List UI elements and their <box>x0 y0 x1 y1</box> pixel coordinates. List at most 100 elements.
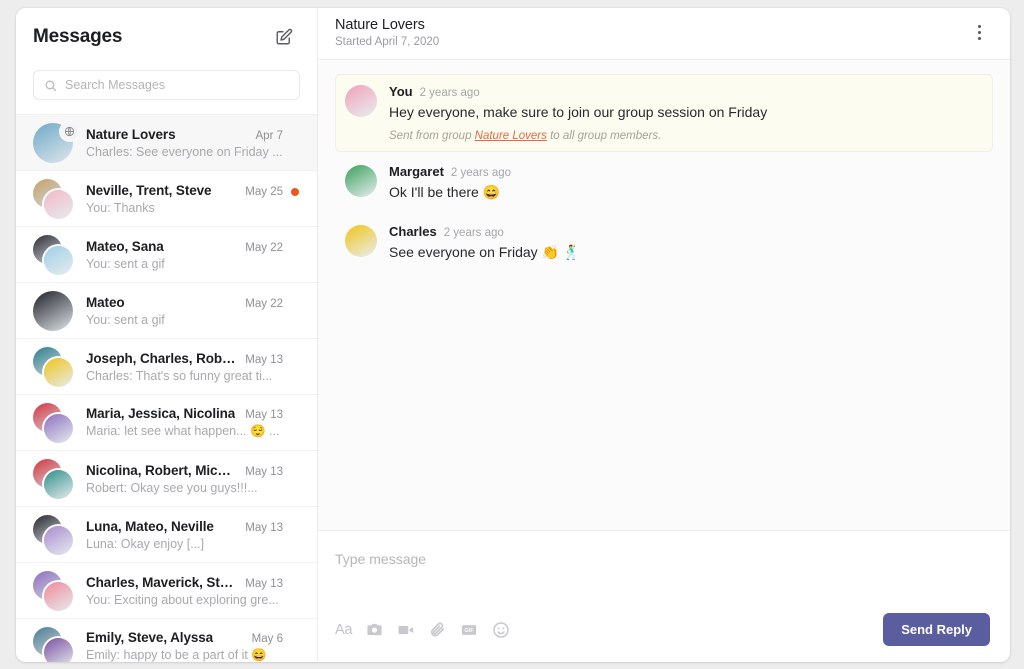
message-header: Charles 2 years ago <box>389 224 981 239</box>
conversation-item-body: Mateo May 22 You: sent a gif <box>86 295 305 327</box>
conversation-item-meta: May 13 <box>237 466 299 478</box>
conversation-title: Nature Lovers <box>335 17 425 33</box>
messenger-app: Messages Nature Lovers Apr 7 Charles: See … <box>16 8 1010 662</box>
conversation-date: May 22 <box>245 241 283 254</box>
conversation-item-body: Maria, Jessica, Nicolina May 13 Maria: let… <box>86 406 305 439</box>
conversation-list-item[interactable]: Charles, Maverick, Steve May 13 You: Excit… <box>16 562 317 618</box>
conversation-list-item[interactable]: Nicolina, Robert, Michael May 13 Robert: O… <box>16 450 317 506</box>
avatar <box>33 122 78 163</box>
conversation-item-meta: Apr 7 <box>248 130 300 142</box>
conversation-name: Luna, Mateo, Neville <box>86 518 214 534</box>
conversation-list-item[interactable]: Nature Lovers Apr 7 Charles: See everyone … <box>16 114 317 170</box>
conversation-item-top-row: Nicolina, Robert, Michael May 13 <box>86 463 299 478</box>
avatar <box>33 514 73 555</box>
message-composer: Aa <box>318 530 1010 662</box>
conversation-item-meta: May 13 <box>237 522 299 534</box>
conversation-date: May 13 <box>245 465 283 478</box>
message-body: Margaret 2 years ago Ok I'll be there 😄 <box>389 164 981 202</box>
search-input[interactable] <box>65 78 289 92</box>
avatar-image-front <box>44 581 73 611</box>
conversation-item-meta: May 6 <box>244 633 299 645</box>
message: You 2 years ago Hey everyone, make sure to… <box>335 74 993 152</box>
message-author: Charles <box>389 223 437 239</box>
avatar-image-front <box>44 469 73 499</box>
conversation-header: Nature Lovers Started April 7, 2020 <box>318 8 1010 60</box>
composer-tools: Aa GIF <box>335 620 510 640</box>
conversation-list[interactable]: Nature Lovers Apr 7 Charles: See everyone … <box>16 114 317 662</box>
message-text: Hey everyone, make sure to join our grou… <box>389 104 768 120</box>
conversation-header-text: Nature Lovers Started April 7, 2020 <box>335 17 439 48</box>
conversation-name: Mateo <box>86 294 125 310</box>
conversation-item-top-row: Luna, Mateo, Neville May 13 <box>86 519 299 534</box>
conversation-name: Maria, Jessica, Nicolina <box>86 406 236 421</box>
conversation-item-meta: May 13 <box>237 409 299 421</box>
text-format-icon[interactable]: Aa <box>335 620 352 640</box>
conversation-preview: You: sent a gif <box>86 256 165 271</box>
conversation-date: May 13 <box>245 353 283 366</box>
message: Margaret 2 years ago Ok I'll be there 😄 <box>335 154 993 212</box>
conversation-name: Joseph, Charles, Robert <box>86 350 238 366</box>
video-camera-icon[interactable] <box>397 620 415 640</box>
group-link[interactable]: Nature Lovers <box>475 130 547 142</box>
conversation-list-item[interactable]: Neville, Trent, Steve May 25 You: Thanks <box>16 170 317 226</box>
conversation-list-item[interactable]: Mateo, Sana May 22 You: sent a gif <box>16 226 317 282</box>
kebab-menu-icon[interactable] <box>968 19 990 45</box>
message-input[interactable] <box>335 551 990 567</box>
avatar <box>33 402 73 443</box>
conversation-item-meta: May 13 <box>237 354 299 366</box>
conversation-item-meta: May 13 <box>237 578 299 590</box>
avatar <box>33 290 73 331</box>
conversation-date: May 6 <box>251 633 283 645</box>
conversation-date: May 25 <box>245 185 283 198</box>
message-body: Charles 2 years ago See everyone on Friday… <box>389 224 981 262</box>
conversation-date: Apr 7 <box>255 129 284 142</box>
avatar <box>33 234 73 275</box>
conversation-name: Nature Lovers <box>86 126 176 142</box>
gif-icon[interactable]: GIF <box>460 620 478 640</box>
conversation-name: Neville, Trent, Steve <box>86 182 212 198</box>
conversation-item-body: Joseph, Charles, Robert May 13 Charles: Th… <box>86 351 305 383</box>
conversation-list-item[interactable]: Luna, Mateo, Neville May 13 Luna: Okay enj… <box>16 506 317 562</box>
conversation-list-item[interactable]: Joseph, Charles, Robert May 13 Charles: Th… <box>16 338 317 394</box>
conversation-date: May 13 <box>245 409 283 421</box>
avatar <box>33 570 73 611</box>
attachment-icon[interactable] <box>429 620 446 640</box>
conversation-preview: You: Thanks <box>86 200 155 215</box>
conversation-item-top-row: Neville, Trent, Steve May 25 <box>86 183 299 198</box>
avatar-image <box>33 290 73 331</box>
search-container <box>16 66 317 114</box>
search-box[interactable] <box>33 70 300 100</box>
conversation-item-body: Emily, Steve, Alyssa May 6 Emily: happy to… <box>86 630 305 662</box>
conversation-item-top-row: Mateo, Sana May 22 <box>86 239 299 254</box>
unread-indicator-dot <box>291 187 299 196</box>
message-avatar <box>345 224 377 257</box>
conversation-preview: Charles: See everyone on Friday ... <box>86 144 283 159</box>
message-source-note: Sent from group Nature Lovers to all gro… <box>389 129 662 142</box>
conversation-list-item[interactable]: Mateo May 22 You: sent a gif <box>16 282 317 338</box>
conversation-name: Mateo, Sana <box>86 238 164 254</box>
svg-text:GIF: GIF <box>465 627 475 633</box>
conversation-item-top-row: Mateo May 22 <box>86 295 299 310</box>
send-reply-button[interactable]: Send Reply <box>883 613 990 646</box>
composer-toolbar: Aa GIF Send Reply <box>335 613 990 646</box>
conversation-list-item[interactable]: Maria, Jessica, Nicolina May 13 Maria: let… <box>16 394 317 450</box>
conversation-preview: Robert: Okay see you guys!!!... <box>86 480 258 495</box>
avatar-image-front <box>44 525 73 555</box>
message-timestamp: 2 years ago <box>419 87 480 99</box>
conversation-list-item[interactable]: Emily, Steve, Alyssa May 6 Emily: happy to… <box>16 618 317 662</box>
conversation-item-body: Neville, Trent, Steve May 25 You: Thanks <box>86 183 305 215</box>
conversation-name: Charles, Maverick, Steve <box>86 574 238 590</box>
message-author: You <box>389 84 413 99</box>
camera-icon[interactable] <box>366 620 383 640</box>
conversation-item-top-row: Maria, Jessica, Nicolina May 13 <box>86 406 299 421</box>
message-header: You 2 years ago <box>389 84 980 99</box>
group-badge-icon <box>61 122 78 140</box>
emoji-icon[interactable] <box>492 620 510 640</box>
conversation-item-top-row: Joseph, Charles, Robert May 13 <box>86 351 299 366</box>
avatar <box>33 346 73 387</box>
conversation-preview: Maria: let see what happen... 😌 ... <box>86 424 280 438</box>
conversation-preview: Emily: happy to be a part of it 😄 <box>86 648 267 662</box>
conversation-item-body: Mateo, Sana May 22 You: sent a gif <box>86 239 305 271</box>
message-avatar <box>345 85 377 117</box>
compose-edit-icon[interactable] <box>271 24 297 50</box>
